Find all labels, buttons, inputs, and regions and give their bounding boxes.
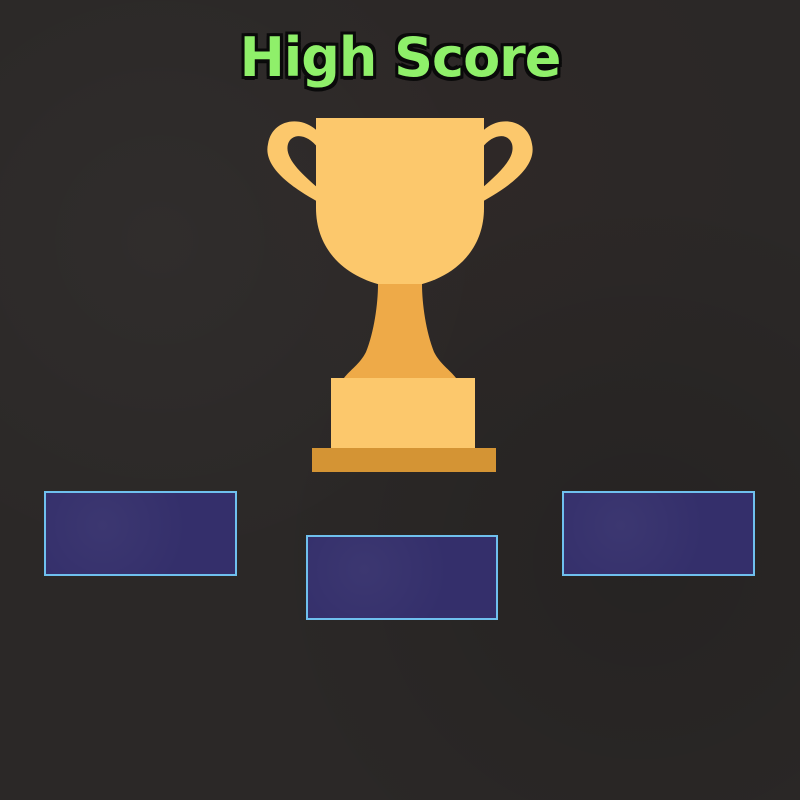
high-score-screen: High Score (0, 0, 800, 800)
score-slot-left (44, 491, 237, 576)
trophy-base-plate (312, 448, 496, 472)
trophy-base (331, 378, 475, 448)
trophy-right-handle (478, 121, 533, 208)
trophy-stem (344, 284, 456, 378)
score-slot-center (306, 535, 498, 620)
trophy-left-handle (267, 121, 322, 208)
trophy-icon (267, 118, 533, 472)
page-title: High Score (239, 26, 562, 89)
score-slot-right (562, 491, 755, 576)
trophy-cup (316, 118, 484, 288)
